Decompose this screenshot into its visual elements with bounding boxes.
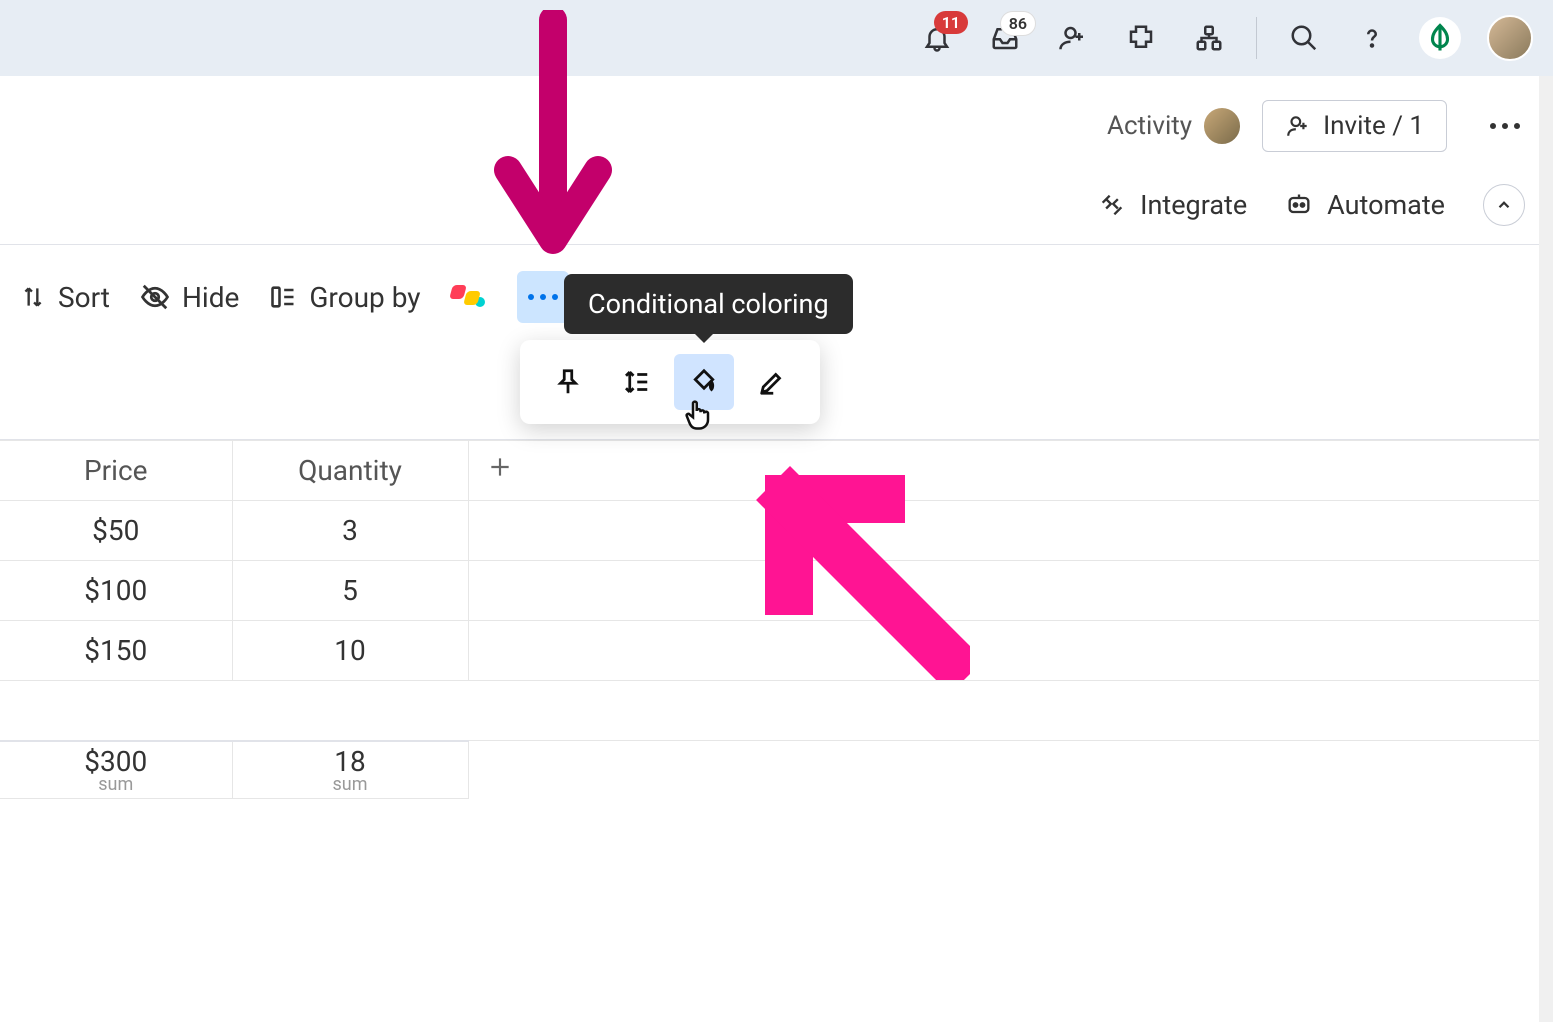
- apps-icon[interactable]: [1120, 17, 1162, 59]
- invite-members-icon[interactable]: [1052, 17, 1094, 59]
- user-avatar[interactable]: [1487, 15, 1533, 61]
- tooltip-text: Conditional coloring: [588, 288, 829, 320]
- hide-button[interactable]: Hide: [140, 281, 239, 314]
- sum-price-cell: $300 sum: [0, 741, 232, 799]
- help-icon[interactable]: [1351, 17, 1393, 59]
- table-row[interactable]: $100 5: [0, 561, 1553, 621]
- sort-button[interactable]: Sort: [20, 281, 110, 314]
- table-row[interactable]: $150 10: [0, 621, 1553, 681]
- separator: [1256, 17, 1257, 59]
- data-table: Price Quantity $50 3 $100 5 $150 10 $300…: [0, 439, 1553, 799]
- board-more-options[interactable]: [1485, 106, 1525, 146]
- table-header-row: Price Quantity: [0, 441, 1553, 501]
- automate-label: Automate: [1327, 189, 1445, 221]
- integrate-button[interactable]: Integrate: [1098, 189, 1247, 221]
- edit-button[interactable]: [742, 354, 802, 410]
- add-column-button[interactable]: [468, 441, 1553, 501]
- search-icon[interactable]: [1283, 17, 1325, 59]
- cell-price[interactable]: $150: [0, 621, 232, 681]
- sum-label: sum: [233, 774, 468, 795]
- sort-label: Sort: [58, 281, 110, 314]
- view-options-popup: [520, 340, 820, 424]
- table-summary-row: $300 sum 18 sum: [0, 741, 1553, 799]
- notifications-icon[interactable]: 11: [916, 17, 958, 59]
- table-spacer: [0, 681, 1553, 741]
- cell-qty[interactable]: 3: [232, 501, 468, 561]
- cell-price[interactable]: $50: [0, 501, 232, 561]
- invite-label: Invite / 1: [1323, 111, 1424, 141]
- sum-label: sum: [0, 774, 232, 795]
- sum-price-value: $300: [84, 745, 147, 778]
- monday-ai-icon[interactable]: [451, 279, 487, 315]
- cell-qty[interactable]: 10: [232, 621, 468, 681]
- board-header-actions: Activity Invite / 1: [0, 76, 1553, 170]
- row-height-button[interactable]: [606, 354, 666, 410]
- more-view-options-button[interactable]: [517, 271, 569, 323]
- cell-empty[interactable]: [468, 621, 1553, 681]
- cursor-pointer-icon: [683, 398, 713, 438]
- activity-label: Activity: [1107, 111, 1192, 141]
- group-label: Group by: [309, 281, 420, 314]
- cell-empty[interactable]: [468, 501, 1553, 561]
- product-logo-icon[interactable]: [1419, 17, 1461, 59]
- table-row[interactable]: $50 3: [0, 501, 1553, 561]
- collapse-header-button[interactable]: [1483, 184, 1525, 226]
- activity-button[interactable]: Activity: [1107, 106, 1242, 146]
- cell-empty[interactable]: [468, 561, 1553, 621]
- cell-price[interactable]: $100: [0, 561, 232, 621]
- automate-button[interactable]: Automate: [1285, 189, 1445, 221]
- cell-qty[interactable]: 5: [232, 561, 468, 621]
- board-integrations-row: Integrate Automate: [0, 170, 1553, 244]
- invite-button[interactable]: Invite / 1: [1262, 100, 1447, 152]
- sum-qty-value: 18: [334, 745, 365, 778]
- activity-avatar: [1202, 106, 1242, 146]
- integrate-label: Integrate: [1140, 189, 1247, 221]
- sum-qty-cell: 18 sum: [232, 741, 468, 799]
- column-header-price[interactable]: Price: [0, 441, 232, 501]
- pin-column-button[interactable]: [538, 354, 598, 410]
- tooltip: Conditional coloring: [564, 274, 853, 334]
- notification-badge: 11: [934, 11, 968, 34]
- top-header: 11 86: [0, 0, 1553, 76]
- workspaces-icon[interactable]: [1188, 17, 1230, 59]
- hide-label: Hide: [182, 281, 239, 314]
- scrollbar[interactable]: [1539, 76, 1553, 1022]
- inbox-icon[interactable]: 86: [984, 17, 1026, 59]
- inbox-badge: 86: [1000, 11, 1036, 36]
- group-by-button[interactable]: Group by: [269, 281, 420, 314]
- column-header-quantity[interactable]: Quantity: [232, 441, 468, 501]
